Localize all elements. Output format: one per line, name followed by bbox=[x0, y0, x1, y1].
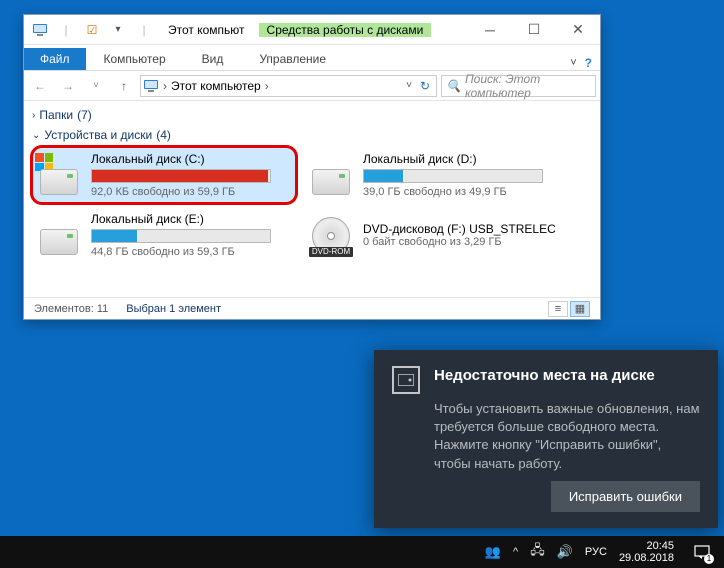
group-devices-label: Устройства и диски bbox=[44, 128, 152, 142]
statusbar: Элементов: 11 Выбран 1 элемент ≡ ▦ bbox=[24, 297, 600, 319]
file-explorer-window: | ☑ ▾ | Этот компьют Средства работы с д… bbox=[23, 14, 601, 320]
drive-name: Локальный диск (E:) bbox=[91, 212, 291, 226]
capacity-bar bbox=[363, 169, 543, 183]
address-row: ← → ˅ ↑ › Этот компьютер › ˅ ↻ 🔍 Поиск: … bbox=[24, 71, 600, 101]
minimize-button[interactable]: ─ bbox=[468, 15, 512, 44]
search-input[interactable]: 🔍 Поиск: Этот компьютер bbox=[441, 75, 596, 97]
status-item-count: Элементов: 11 bbox=[34, 303, 108, 315]
drive-item[interactable]: Локальный диск (E:) 44,8 ГБ свободно из 5… bbox=[32, 207, 296, 263]
drive-info: DVD-дисковод (F:) USB_STRELEC0 байт своб… bbox=[363, 222, 563, 248]
volume-icon[interactable]: 🔊 bbox=[557, 544, 573, 560]
hdd-drive-icon bbox=[37, 155, 81, 195]
drive-icon bbox=[392, 366, 420, 394]
drives-grid: Локальный диск (C:) 92,0 КБ свободно из 5… bbox=[32, 147, 592, 263]
group-devices-count: (4) bbox=[156, 128, 171, 142]
this-pc-icon bbox=[30, 22, 50, 38]
drive-info: Локальный диск (E:) 44,8 ГБ свободно из 5… bbox=[91, 212, 291, 258]
tab-file[interactable]: Файл bbox=[24, 48, 86, 70]
toast-header: Недостаточно места на диске bbox=[392, 366, 700, 394]
view-toggle: ≡ ▦ bbox=[548, 301, 590, 317]
dvd-drive-icon: DVD-ROM bbox=[309, 215, 353, 255]
fix-errors-button[interactable]: Исправить ошибки bbox=[551, 481, 700, 512]
drive-free-text: 39,0 ГБ свободно из 49,9 ГБ bbox=[363, 186, 563, 198]
this-pc-icon-small bbox=[143, 78, 159, 94]
maximize-button[interactable]: ☐ bbox=[512, 15, 556, 44]
nav-back-button[interactable]: ← bbox=[28, 74, 52, 98]
search-icon: 🔍 bbox=[446, 79, 461, 93]
drive-free-text: 0 байт свободно из 3,29 ГБ bbox=[363, 236, 563, 248]
close-button[interactable]: ✕ bbox=[556, 15, 600, 44]
group-folders-count: (7) bbox=[77, 108, 92, 122]
taskbar[interactable]: 👥 ^ 🖧 🔊 РУС 20:45 29.08.2018 1 bbox=[0, 536, 724, 568]
group-folders[interactable]: › Папки (7) bbox=[32, 105, 592, 125]
tray-overflow-icon[interactable]: ^ bbox=[513, 546, 518, 558]
group-devices[interactable]: ⌄ Устройства и диски (4) bbox=[32, 125, 592, 145]
search-placeholder: Поиск: Этот компьютер bbox=[465, 72, 591, 100]
clock-time: 20:45 bbox=[619, 540, 674, 552]
taskbar-clock[interactable]: 20:45 29.08.2018 bbox=[619, 540, 674, 564]
capacity-bar bbox=[91, 229, 271, 243]
nav-forward-button[interactable]: → bbox=[56, 74, 80, 98]
breadcrumb-sep-2[interactable]: › bbox=[265, 79, 269, 93]
help-icon[interactable]: ? bbox=[585, 56, 592, 70]
drive-name: DVD-дисковод (F:) USB_STRELEC bbox=[363, 222, 563, 236]
nav-up-button[interactable]: ↑ bbox=[112, 74, 136, 98]
network-icon[interactable]: 🖧 bbox=[530, 541, 545, 563]
nav-recent-dropdown[interactable]: ˅ bbox=[84, 74, 108, 98]
toast-title: Недостаточно места на диске bbox=[434, 366, 655, 386]
drive-tools-tab[interactable]: Средства работы с дисками bbox=[259, 23, 432, 37]
quick-access-sep: | bbox=[56, 23, 76, 37]
drive-free-text: 44,8 ГБ свободно из 59,3 ГБ bbox=[91, 246, 291, 258]
drive-info: Локальный диск (C:) 92,0 КБ свободно из 5… bbox=[91, 152, 291, 198]
status-selection: Выбран 1 элемент bbox=[126, 303, 221, 315]
tab-view[interactable]: Вид bbox=[184, 48, 242, 70]
toast-body: Чтобы установить важные обновления, нам … bbox=[434, 400, 700, 473]
group-folders-label: Папки bbox=[39, 108, 73, 122]
action-center-button[interactable]: 1 bbox=[686, 536, 718, 568]
language-indicator[interactable]: РУС bbox=[585, 546, 607, 558]
breadcrumb-root[interactable]: Этот компьютер bbox=[171, 79, 261, 93]
notification-badge: 1 bbox=[704, 554, 714, 564]
quick-access-sep-2: | bbox=[134, 23, 154, 37]
breadcrumb-sep[interactable]: › bbox=[163, 79, 167, 93]
content-pane[interactable]: › Папки (7) ⌄ Устройства и диски (4) Лок… bbox=[24, 101, 600, 297]
ribbon-right: ˅ ? bbox=[570, 56, 600, 70]
tab-computer[interactable]: Компьютер bbox=[86, 48, 184, 70]
window-controls: ─ ☐ ✕ bbox=[468, 15, 600, 44]
ribbon-expand-icon[interactable]: ˅ bbox=[570, 57, 576, 69]
view-tiles-button[interactable]: ▦ bbox=[570, 301, 590, 317]
qa-overflow-icon[interactable]: ▾ bbox=[108, 24, 128, 35]
drive-name: Локальный диск (D:) bbox=[363, 152, 563, 166]
drive-item[interactable]: Локальный диск (C:) 92,0 КБ свободно из 5… bbox=[32, 147, 296, 203]
clock-date: 29.08.2018 bbox=[619, 552, 674, 564]
drive-info: Локальный диск (D:) 39,0 ГБ свободно из 4… bbox=[363, 152, 563, 198]
low-disk-toast[interactable]: Недостаточно места на диске Чтобы устано… bbox=[374, 350, 718, 528]
chevron-right-icon: › bbox=[32, 110, 35, 121]
drive-name: Локальный диск (C:) bbox=[91, 152, 291, 166]
hdd-drive-icon bbox=[309, 155, 353, 195]
address-dropdown-icon[interactable]: ˅ bbox=[406, 80, 412, 91]
people-icon[interactable]: 👥 bbox=[485, 544, 501, 560]
system-tray: 👥 ^ 🖧 🔊 РУС 20:45 29.08.2018 1 bbox=[485, 536, 724, 568]
tab-manage[interactable]: Управление bbox=[241, 48, 344, 70]
chevron-down-icon: ⌄ bbox=[32, 130, 40, 141]
refresh-button[interactable]: ↻ bbox=[416, 79, 434, 93]
drive-item[interactable]: DVD-ROM DVD-дисковод (F:) USB_STRELEC0 ба… bbox=[304, 207, 568, 263]
hdd-drive-icon bbox=[37, 215, 81, 255]
window-title: Этот компьют bbox=[160, 23, 253, 37]
capacity-bar bbox=[91, 169, 271, 183]
view-details-button[interactable]: ≡ bbox=[548, 301, 568, 317]
toast-text: Недостаточно места на диске bbox=[434, 366, 655, 386]
address-bar[interactable]: › Этот компьютер › ˅ ↻ bbox=[140, 75, 437, 97]
drive-item[interactable]: Локальный диск (D:) 39,0 ГБ свободно из 4… bbox=[304, 147, 568, 203]
titlebar[interactable]: | ☑ ▾ | Этот компьют Средства работы с д… bbox=[24, 15, 600, 45]
drive-free-text: 92,0 КБ свободно из 59,9 ГБ bbox=[91, 186, 291, 198]
ribbon-tabs: Файл Компьютер Вид Управление ˅ ? bbox=[24, 45, 600, 71]
qa-checkbox-icon[interactable]: ☑ bbox=[82, 23, 102, 37]
titlebar-left: | ☑ ▾ | Этот компьют Средства работы с д… bbox=[24, 15, 431, 44]
